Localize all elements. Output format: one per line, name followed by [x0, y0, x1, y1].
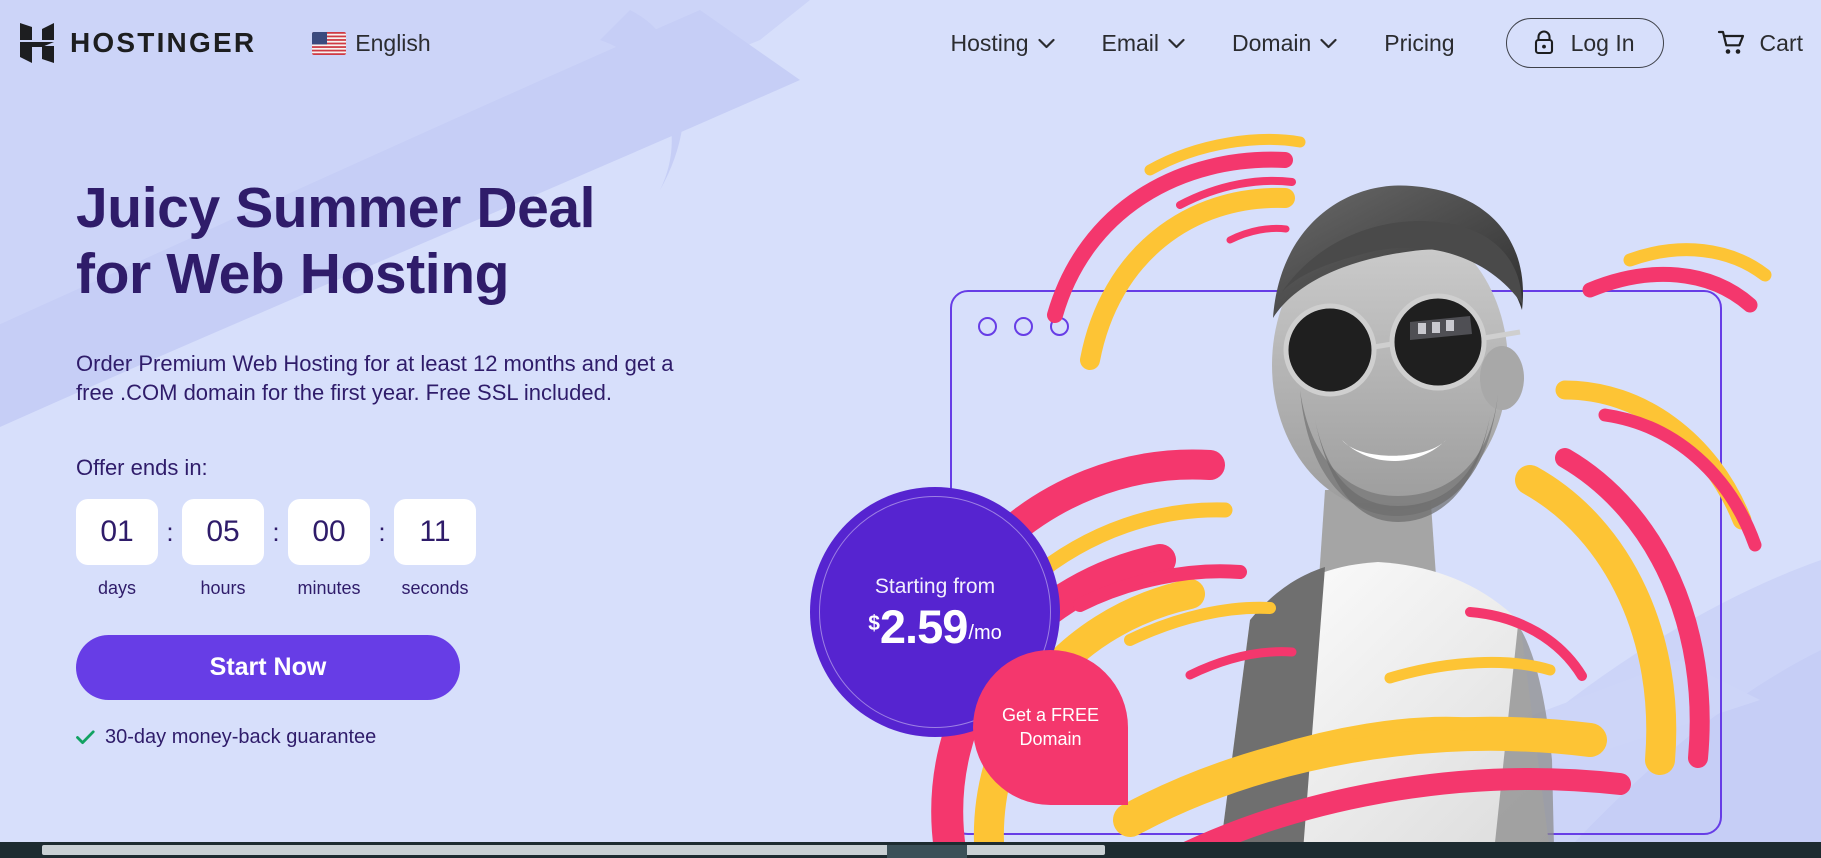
main-nav: Hosting Email Domain Pricing Log In Cart — [951, 18, 1803, 68]
nav-item-pricing[interactable]: Pricing — [1384, 30, 1454, 57]
countdown-value: 01 — [76, 499, 158, 566]
brand-name: HOSTINGER — [70, 27, 257, 58]
countdown-unit-days: 01 days — [76, 499, 158, 599]
hostinger-h-logo-icon — [20, 23, 54, 63]
nav-item-label: Email — [1101, 29, 1160, 56]
countdown-separator: : — [378, 517, 386, 548]
free-domain-badge[interactable]: Get a FREE Domain — [973, 650, 1128, 805]
hero-subcopy: Order Premium Web Hosting for at least 1… — [76, 351, 674, 406]
countdown-unit-hours: 05 hours — [182, 499, 264, 599]
language-label: English — [355, 29, 431, 56]
site-header: HOSTINGER English Hosting Email Domain P… — [0, 0, 1821, 86]
cart-button[interactable]: Cart — [1717, 29, 1803, 57]
countdown-timer: 01 days : 05 hours : 00 minutes : 11 sec… — [76, 499, 736, 599]
nav-item-label: Domain — [1232, 29, 1312, 56]
horizontal-scrollbar[interactable] — [0, 842, 1821, 858]
nav-item-email[interactable]: Email — [1102, 30, 1186, 57]
headline-line-1: Juicy Summer Deal — [76, 176, 596, 240]
countdown-label: seconds — [401, 578, 469, 599]
price-starting-from-label: Starting from — [874, 574, 996, 598]
us-flag-icon — [312, 31, 347, 55]
page-title: Juicy Summer Deal for Web Hosting — [76, 175, 736, 307]
scrollbar-thumb-nub[interactable] — [887, 845, 967, 858]
chevron-down-icon — [1320, 38, 1337, 48]
countdown-label: days — [97, 578, 137, 599]
shopping-cart-icon — [1717, 30, 1744, 54]
scrollbar-thumb[interactable] — [42, 845, 1105, 858]
countdown-label: minutes — [297, 578, 361, 599]
cart-label: Cart — [1759, 29, 1803, 56]
nav-item-label: Pricing — [1384, 29, 1455, 56]
hero-content: Juicy Summer Deal for Web Hosting Order … — [76, 175, 736, 749]
nav-item-domain[interactable]: Domain — [1232, 30, 1337, 57]
countdown-value: 00 — [288, 499, 370, 566]
lock-icon — [1534, 30, 1553, 55]
countdown-separator: : — [272, 517, 280, 548]
check-icon — [76, 730, 95, 745]
price-currency: $ — [868, 611, 880, 635]
free-domain-line-2: Domain — [1019, 728, 1082, 749]
price-period: /mo — [968, 621, 1002, 644]
login-button[interactable]: Log In — [1505, 18, 1664, 68]
nav-item-label: Hosting — [950, 29, 1029, 56]
chevron-down-icon — [1168, 38, 1185, 48]
countdown-value: 05 — [182, 499, 264, 566]
free-domain-line-1: Get a FREE — [1001, 704, 1100, 725]
countdown-value: 11 — [394, 499, 476, 566]
countdown-unit-minutes: 00 minutes — [288, 499, 370, 599]
chevron-down-icon — [1037, 38, 1055, 48]
brand-logo[interactable]: HOSTINGER — [18, 21, 256, 65]
start-now-button[interactable]: Start Now — [76, 635, 460, 701]
login-button-label: Log In — [1570, 29, 1635, 56]
nav-item-hosting[interactable]: Hosting — [951, 30, 1055, 57]
headline-line-2: for Web Hosting — [76, 242, 510, 307]
price-amount-row: $ 2.59 /mo — [868, 603, 1002, 650]
money-back-guarantee: 30-day money-back guarantee — [76, 726, 736, 749]
countdown-separator: : — [166, 517, 174, 548]
countdown-unit-seconds: 11 seconds — [394, 499, 476, 599]
price-value: 2.59 — [879, 599, 968, 653]
countdown-label: hours — [200, 578, 246, 599]
guarantee-text: 30-day money-back guarantee — [105, 726, 377, 749]
language-selector[interactable]: English — [312, 29, 431, 57]
offer-ends-label: Offer ends in: — [76, 455, 208, 481]
